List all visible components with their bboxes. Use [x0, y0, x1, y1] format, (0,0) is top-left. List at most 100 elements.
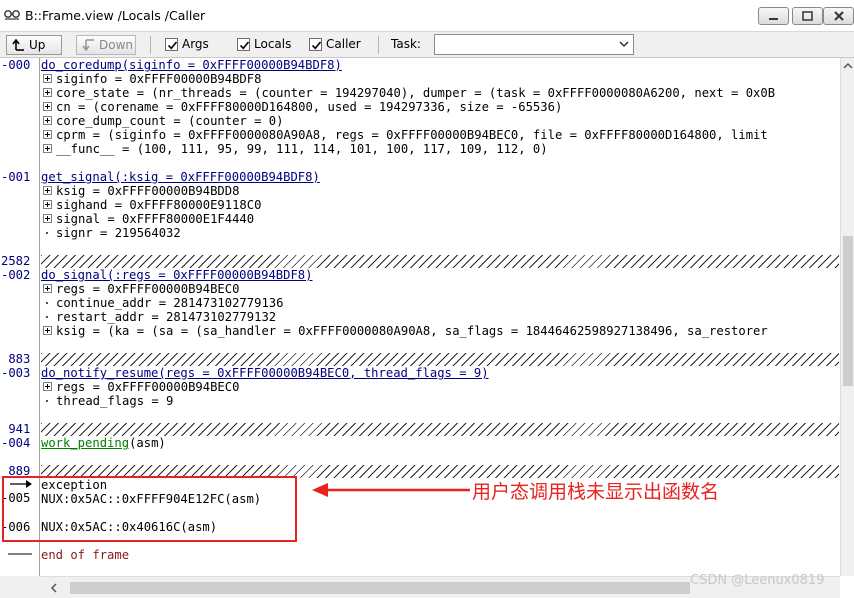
variable-text: thread_flags = 9	[56, 394, 174, 408]
local-variable[interactable]: siginfo = 0xFFFF00000B94BDF8	[41, 72, 261, 86]
end-of-frame: end of frame	[41, 548, 130, 562]
args-checkbox[interactable]: Args	[165, 37, 209, 53]
variable-text: cn = (corename = 0xFFFF80000D164800, use…	[56, 100, 563, 114]
leaf-icon	[43, 312, 52, 321]
frame-number: -002	[1, 268, 31, 282]
scroll-left-icon[interactable]	[50, 583, 57, 593]
local-variable[interactable]: regs = 0xFFFF00000B94BEC0	[41, 282, 239, 296]
frame-view: -000 -001 2582 -002 883 -003 941 -004 88…	[0, 58, 854, 598]
variable-text: signal = 0xFFFF80000E1F4440	[56, 212, 255, 226]
expand-icon[interactable]	[43, 200, 52, 209]
maximize-icon	[802, 11, 813, 21]
variable-text: siginfo = 0xFFFF00000B94BDF8	[56, 72, 262, 86]
frame-header[interactable]: get_signal(:ksig = 0xFFFF00000B94BDF8)	[41, 170, 320, 184]
task-label: Task:	[391, 37, 421, 51]
function-signature[interactable]: get_signal(:ksig = 0xFFFF00000B94BDF8)	[41, 170, 320, 184]
expand-icon[interactable]	[43, 130, 52, 139]
local-variable[interactable]: cprm = (siginfo = 0xFFFF0000080A90A8, re…	[41, 128, 768, 142]
caller-checkbox[interactable]: Caller	[309, 37, 361, 53]
up-button[interactable]: Up	[6, 35, 62, 55]
frame-header[interactable]: do_coredump(siginfo = 0xFFFF00000B94BDF8…	[41, 58, 342, 72]
line-number: 883	[1, 352, 31, 366]
local-variable[interactable]: __func__ = (100, 111, 95, 99, 111, 114, …	[41, 142, 548, 156]
variable-text: regs = 0xFFFF00000B94BEC0	[56, 380, 240, 394]
expand-icon[interactable]	[43, 74, 52, 83]
variable-text: sighand = 0xFFFF80000E9118C0	[56, 198, 262, 212]
local-variable[interactable]: ksig = (ka = (sa = (sa_handler = 0xFFFF0…	[41, 324, 768, 338]
local-variable[interactable]: signal = 0xFFFF80000E1F4440	[41, 212, 254, 226]
frame-number: -001	[1, 170, 31, 184]
local-variable[interactable]: cn = (corename = 0xFFFF80000D164800, use…	[41, 100, 562, 114]
checkmark-icon	[167, 41, 178, 50]
caller-checkbox-box[interactable]	[309, 38, 322, 51]
variable-text: ksig = 0xFFFF00000B94BDD8	[56, 184, 240, 198]
horizontal-scroll-thumb[interactable]	[70, 582, 690, 594]
source-hatch	[41, 423, 839, 436]
vertical-scroll-thumb[interactable]	[843, 236, 853, 386]
expand-icon[interactable]	[43, 214, 52, 223]
function-signature[interactable]: do_coredump(siginfo = 0xFFFF00000B94BDF8…	[41, 58, 342, 72]
frame-header[interactable]: work_pending(asm)	[41, 436, 166, 450]
end-marker-icon	[8, 553, 32, 555]
function-signature[interactable]: do_notify_resume(regs = 0xFFFF00000B94BE…	[41, 366, 489, 380]
variable-text: regs = 0xFFFF00000B94BEC0	[56, 282, 240, 296]
frame-header[interactable]: do_notify_resume(regs = 0xFFFF00000B94BE…	[41, 366, 489, 380]
caller-checkbox-label: Caller	[326, 37, 361, 51]
local-variable[interactable]: thread_flags = 9	[41, 394, 173, 408]
local-variable[interactable]: core_dump_count = (counter = 0)	[41, 114, 283, 128]
toolbar-separator	[150, 36, 151, 54]
window-title: B::Frame.view /Locals /Caller	[25, 8, 206, 23]
expand-icon[interactable]	[43, 102, 52, 111]
close-button[interactable]	[823, 7, 854, 25]
local-variable[interactable]: ksig = 0xFFFF00000B94BDD8	[41, 184, 239, 198]
variable-text: cprm = (siginfo = 0xFFFF0000080A90A8, re…	[56, 128, 768, 142]
local-variable[interactable]: signr = 219564032	[41, 226, 181, 240]
variable-text: core_dump_count = (counter = 0)	[56, 114, 284, 128]
local-variable[interactable]: continue_addr = 281473102779136	[41, 296, 283, 310]
scroll-corner	[0, 576, 40, 598]
scroll-up-icon[interactable]	[843, 62, 853, 69]
checkmark-icon	[311, 41, 322, 50]
args-checkbox-box[interactable]	[165, 38, 178, 51]
frame-number: -004	[1, 436, 31, 450]
vertical-scrollbar[interactable]	[840, 58, 854, 576]
variable-text: ksig = (ka = (sa = (sa_handler = 0xFFFF0…	[56, 324, 768, 338]
expand-icon[interactable]	[43, 88, 52, 97]
line-number: 2582	[1, 254, 31, 268]
leaf-icon	[43, 396, 52, 405]
locals-checkbox[interactable]: Locals	[237, 37, 291, 53]
down-arrow-icon	[82, 39, 94, 51]
function-name[interactable]: work_pending	[41, 436, 129, 450]
down-button[interactable]: Down	[76, 35, 136, 55]
leaf-icon	[43, 228, 52, 237]
down-button-label: Down	[99, 38, 134, 52]
title-bar: B::Frame.view /Locals /Caller	[0, 0, 854, 32]
local-variable[interactable]: sighand = 0xFFFF80000E9118C0	[41, 198, 261, 212]
source-hatch	[41, 353, 839, 366]
function-signature[interactable]: do_signal(:regs = 0xFFFF00000B94BDF8)	[41, 268, 313, 282]
local-variable[interactable]: restart_addr = 281473102779132	[41, 310, 276, 324]
checkmark-icon	[239, 41, 250, 50]
locals-checkbox-box[interactable]	[237, 38, 250, 51]
expand-icon[interactable]	[43, 116, 52, 125]
variable-text: continue_addr = 281473102779136	[56, 296, 284, 310]
variable-text: restart_addr = 281473102779132	[56, 310, 277, 324]
locals-checkbox-label: Locals	[254, 37, 292, 51]
args-checkbox-label: Args	[182, 37, 209, 51]
minimize-button[interactable]	[758, 7, 789, 25]
expand-icon[interactable]	[43, 186, 52, 195]
line-number: 941	[1, 422, 31, 436]
chevron-down-icon	[619, 41, 629, 48]
expand-icon[interactable]	[43, 326, 52, 335]
expand-icon[interactable]	[43, 382, 52, 391]
maximize-button[interactable]	[792, 7, 823, 25]
variable-text: __func__ = (100, 111, 95, 99, 111, 114, …	[56, 142, 548, 156]
up-arrow-icon	[12, 39, 24, 51]
expand-icon[interactable]	[43, 144, 52, 153]
task-dropdown[interactable]	[434, 34, 634, 55]
local-variable[interactable]: regs = 0xFFFF00000B94BEC0	[41, 380, 239, 394]
frame-number: -003	[1, 366, 31, 380]
expand-icon[interactable]	[43, 284, 52, 293]
frame-header[interactable]: do_signal(:regs = 0xFFFF00000B94BDF8)	[41, 268, 313, 282]
local-variable[interactable]: core_state = (nr_threads = (counter = 19…	[41, 86, 775, 100]
